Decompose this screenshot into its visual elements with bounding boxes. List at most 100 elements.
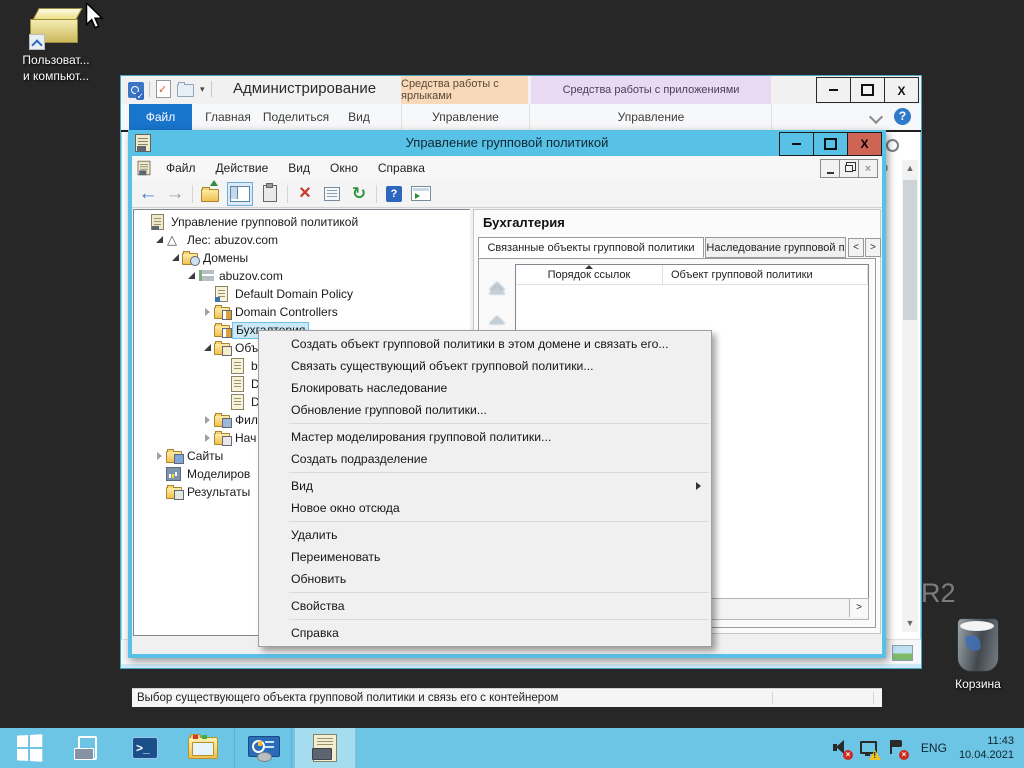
close-button[interactable] (884, 77, 919, 103)
network-warning-icon[interactable] (859, 738, 881, 758)
tree-expander-icon[interactable] (154, 235, 166, 245)
scroll-down-icon[interactable]: ▼ (902, 615, 918, 632)
close-button[interactable] (847, 132, 882, 156)
tree-expander-icon[interactable] (218, 361, 230, 371)
context-menu-item[interactable]: Справка (259, 622, 711, 644)
context-menu-item[interactable]: Вид (259, 475, 711, 497)
ribbon-tab[interactable]: Поделиться (259, 104, 333, 130)
context-menu-item[interactable]: Удалить (259, 524, 711, 546)
help-icon[interactable]: ? (384, 184, 404, 204)
tab-scroll-left-icon[interactable]: < (848, 238, 864, 257)
tree-item[interactable]: Domain Controllers (134, 303, 470, 321)
start-button[interactable] (0, 728, 58, 768)
gpmc-titlebar[interactable]: Управление групповой политикой (128, 130, 886, 156)
menu-bar-item[interactable]: Справка (368, 161, 435, 175)
minimize-button[interactable] (779, 132, 814, 156)
context-menu-item[interactable]: Обновление групповой политики... (259, 399, 711, 421)
column-header-gpo[interactable]: Объект групповой политики (663, 265, 868, 284)
context-menu-item[interactable]: Мастер моделирования групповой политики.… (259, 426, 711, 448)
delete-icon[interactable]: × (295, 184, 315, 204)
context-menu-item[interactable]: Блокировать наследование (259, 377, 711, 399)
thumbnail-view-icon[interactable] (892, 645, 913, 661)
new-folder-quick-icon[interactable] (177, 84, 194, 97)
contextual-tab-group[interactable]: Средства работы с приложениями (531, 76, 771, 104)
mdi-close-button[interactable]: × (858, 159, 878, 178)
taskbar-gpmc-active[interactable] (294, 728, 356, 768)
context-menu-item[interactable]: Свойства (259, 595, 711, 617)
tree-expander-icon[interactable] (170, 253, 182, 263)
tree-item[interactable]: abuzov.com (134, 267, 470, 285)
scrollbar-thumb[interactable] (903, 180, 917, 320)
context-menu-item[interactable]: Связать существующий объект групповой по… (259, 355, 711, 377)
properties-quick-icon[interactable] (156, 80, 171, 98)
volume-muted-icon[interactable]: × (831, 738, 853, 758)
action-center-flag-icon[interactable]: × (887, 738, 909, 758)
ribbon-tab[interactable]: Управление (531, 104, 772, 130)
tree-item[interactable]: Домены (134, 249, 470, 267)
mdi-restore-button[interactable] (839, 159, 859, 178)
tree-expander-icon[interactable] (138, 217, 150, 227)
back-icon[interactable]: ← (138, 184, 158, 204)
properties-icon[interactable] (322, 184, 342, 204)
ribbon-tab[interactable]: Файл (129, 104, 192, 130)
explorer-vertical-scrollbar[interactable]: ▲ ▼ (902, 160, 918, 632)
tree-expander-icon[interactable] (202, 289, 214, 299)
menu-bar-item[interactable]: Действие (206, 161, 279, 175)
export-list-icon[interactable] (411, 184, 431, 204)
scroll-right-icon[interactable]: > (849, 599, 868, 617)
mdi-minimize-button[interactable] (820, 159, 840, 178)
menu-bar-item[interactable]: Окно (320, 161, 368, 175)
contextual-tab-group[interactable]: Средства работы с ярлыками (401, 76, 528, 104)
context-menu-item[interactable]: Новое окно отсюда (259, 497, 711, 519)
context-menu-item[interactable]: Создать подразделение (259, 448, 711, 470)
maximize-button[interactable] (813, 132, 848, 156)
ribbon-tab[interactable]: Главная (199, 104, 257, 130)
tree-expander-icon[interactable] (202, 307, 214, 317)
taskbar-file-explorer[interactable] (174, 728, 232, 768)
tree-expander-icon[interactable] (218, 397, 230, 407)
tree-expander-icon[interactable] (218, 379, 230, 389)
tree-expander-icon[interactable] (154, 451, 166, 461)
search-icon[interactable] (886, 139, 899, 152)
taskbar-powershell[interactable]: >_ (116, 728, 174, 768)
taskbar-control-panel[interactable] (234, 728, 292, 768)
tree-expander-icon[interactable] (186, 271, 198, 281)
tree-expander-icon[interactable] (202, 343, 214, 353)
tree-expander-icon[interactable] (202, 433, 214, 443)
context-menu-item[interactable]: Переименовать (259, 546, 711, 568)
clock[interactable]: 11:43 10.04.2021 (959, 734, 1014, 762)
menu-bar-item[interactable]: Файл (156, 161, 206, 175)
qat-dropdown-icon[interactable]: ▾ (200, 84, 205, 95)
details-tab[interactable]: Наследование групповой п (705, 237, 846, 258)
tree-expander-icon[interactable] (202, 415, 214, 425)
tree-expander-icon[interactable] (202, 325, 214, 335)
scroll-up-icon[interactable]: ▲ (902, 160, 918, 177)
help-icon[interactable]: ? (894, 108, 911, 125)
ribbon-tab[interactable]: Вид (337, 104, 381, 130)
up-one-level-icon[interactable] (200, 184, 220, 204)
tree-item[interactable]: Default Domain Policy (134, 285, 470, 303)
console-tree-toggle-icon[interactable] (227, 182, 253, 206)
recycle-bin[interactable]: Корзина (938, 618, 1018, 692)
maximize-button[interactable] (850, 77, 885, 103)
minimize-button[interactable] (816, 77, 851, 103)
language-indicator[interactable]: ENG (921, 741, 947, 755)
explorer-titlebar[interactable]: ▾ Администрирование Средства работы с яр… (121, 76, 921, 104)
column-header-link-order[interactable]: Порядок ссылок (516, 265, 663, 284)
forward-icon[interactable]: → (165, 184, 185, 204)
details-tab[interactable]: Связанные объекты групповой политики (478, 237, 704, 258)
taskbar-server-manager[interactable] (58, 728, 116, 768)
tab-scroll-right-icon[interactable]: > (865, 238, 881, 257)
tree-expander-icon[interactable] (154, 487, 166, 497)
context-menu-item[interactable]: Создать объект групповой политики в этом… (259, 333, 711, 355)
tree-item[interactable]: △ Лес: abuzov.com (134, 231, 470, 249)
tree-item[interactable]: Управление групповой политикой (134, 213, 470, 231)
refresh-icon[interactable]: ↻ (349, 184, 369, 204)
clipboard-icon[interactable] (260, 184, 280, 204)
tree-expander-icon[interactable] (154, 469, 166, 479)
ribbon-tab[interactable]: Управление (401, 104, 530, 130)
ribbon-collapse-icon[interactable] (869, 110, 883, 124)
menu-bar-item[interactable]: Вид (278, 161, 320, 175)
move-top-button[interactable] (487, 281, 507, 301)
context-menu-item[interactable]: Обновить (259, 568, 711, 590)
